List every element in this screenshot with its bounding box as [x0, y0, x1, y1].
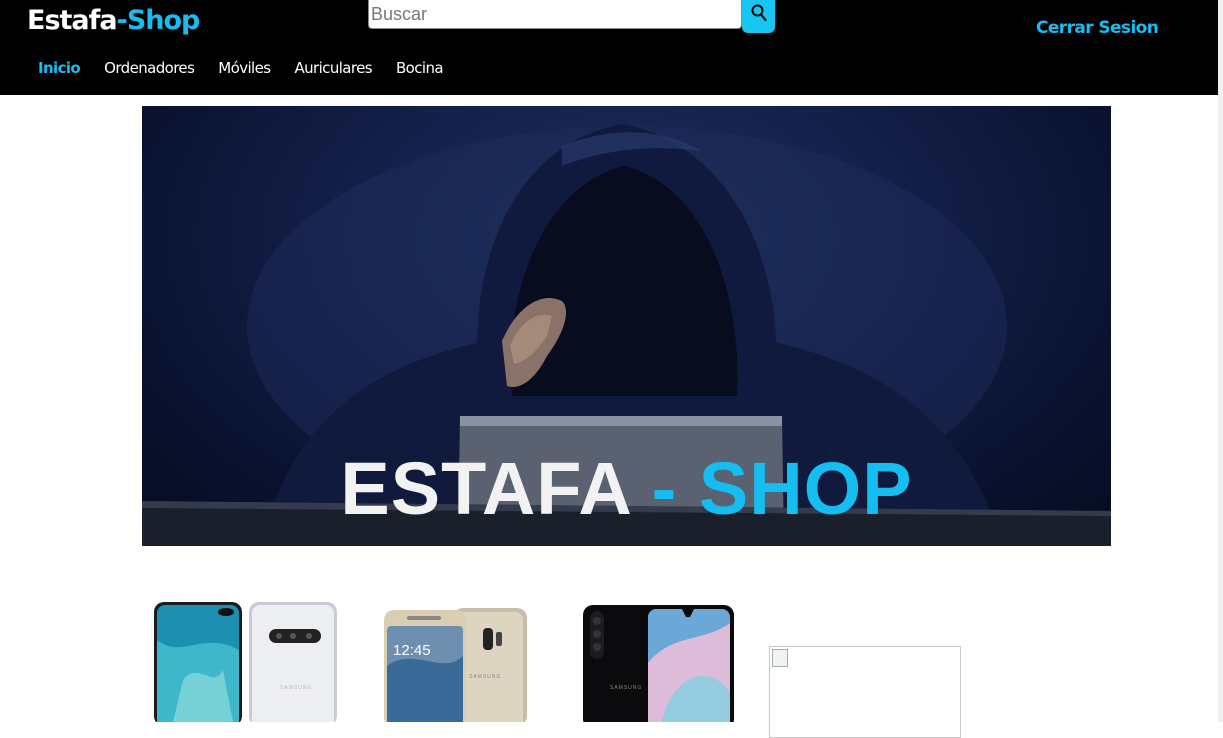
top-navbar: Estafa-Shop Cerrar Sesion Inicio Ordenad…: [0, 0, 1218, 95]
search-icon: [751, 4, 767, 22]
product-card-3[interactable]: SAMSUNG: [582, 603, 736, 733]
nav-item-bocina[interactable]: Bocina: [396, 59, 444, 77]
product-card-4-broken-image[interactable]: [769, 646, 961, 738]
product-brand: SAMSUNG: [280, 685, 313, 691]
banner-title-main: ESTAFA: [340, 447, 631, 530]
site-logo[interactable]: Estafa-Shop: [27, 5, 201, 36]
product-brand: SAMSUNG: [610, 685, 643, 691]
banner-title-accent: - SHOP: [630, 447, 913, 530]
banner-title: ESTAFA - SHOP: [142, 446, 1111, 531]
phone-image: [154, 602, 337, 729]
logo-accent-text: -Shop: [116, 5, 201, 36]
nav-item-inicio[interactable]: Inicio: [38, 59, 81, 77]
nav-item-ordenadores[interactable]: Ordenadores: [104, 59, 195, 77]
search-button[interactable]: [742, 0, 775, 33]
product-card-1[interactable]: SAMSUNG: [153, 600, 339, 729]
main-nav: Inicio Ordenadores Móviles Auriculares B…: [38, 59, 467, 77]
nav-item-moviles[interactable]: Móviles: [218, 59, 271, 77]
product-card-2[interactable]: 12:45 SAMSUNG: [383, 606, 529, 730]
logo-text: Estafa: [27, 5, 118, 36]
product-screen-time: 12:45: [393, 642, 431, 659]
nav-item-auriculares[interactable]: Auriculares: [294, 59, 372, 77]
phone-image: [384, 608, 527, 730]
page-scrollbar[interactable]: [1218, 0, 1223, 722]
phone-image: [583, 605, 734, 733]
hero-banner: ESTAFA - SHOP: [142, 106, 1111, 546]
product-brand: SAMSUNG: [469, 674, 502, 680]
logout-link[interactable]: Cerrar Sesion: [1036, 18, 1159, 38]
search-input[interactable]: [368, 0, 742, 29]
broken-image-icon: [772, 649, 788, 667]
